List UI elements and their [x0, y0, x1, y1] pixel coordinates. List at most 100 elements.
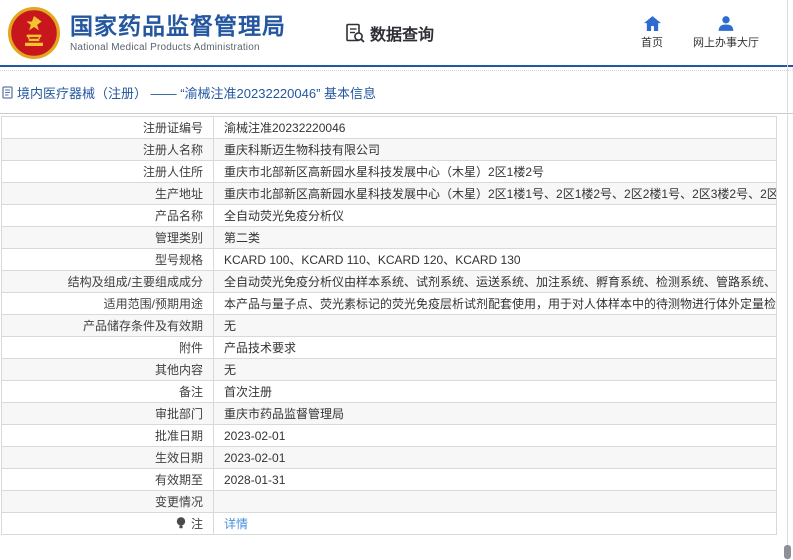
row-value: 重庆市药品监督管理局 — [213, 402, 777, 425]
table-row: 产品名称 全自动荧光免疫分析仪 — [1, 204, 777, 227]
row-label-text: 生产地址 — [154, 187, 203, 201]
row-value-text: 2028-01-31 — [224, 472, 286, 487]
org-name-en: National Medical Products Administration — [70, 41, 260, 53]
row-label-text: 注册人住所 — [142, 165, 203, 179]
row-value-text: 本产品与量子点、荧光素标记的荧光免疫层析试剂配套使用，用于对人体样本中的待测物进… — [224, 297, 777, 311]
person-icon — [718, 15, 734, 31]
row-label: 备注 — [1, 380, 214, 403]
doc-magnifier-icon — [346, 23, 365, 43]
table-row: 注册人住所 重庆市北部新区高新园水星科技发展中心（木星）2区1楼2号 — [1, 160, 777, 183]
row-label-text: 型号规格 — [154, 253, 203, 267]
table-row: 型号规格 KCARD 100、KCARD 110、KCARD 120、KCARD… — [1, 248, 777, 271]
row-value-text: 2023-02-01 — [224, 450, 286, 465]
table-row: 结构及组成/主要组成成分 全自动荧光免疫分析仪由样本系统、试剂系统、运送系统、加… — [1, 270, 777, 293]
registration-info-table: 注册证编号 渝械注准20232220046 注册人名称 重庆科斯迈生物科技有限公… — [1, 116, 777, 535]
row-label: 生效日期 — [1, 446, 214, 469]
nav-home[interactable]: 首页 — [641, 15, 663, 50]
scrollbar-track — [787, 0, 788, 560]
row-label: 批准日期 — [1, 424, 214, 447]
row-value-text: KCARD 100、KCARD 110、KCARD 120、KCARD 130 — [224, 253, 521, 267]
row-value: 2023-02-01 — [213, 424, 777, 447]
row-label: 其他内容 — [1, 358, 214, 381]
row-value: 2028-01-31 — [213, 468, 777, 491]
row-value: 本产品与量子点、荧光素标记的荧光免疫层析试剂配套使用，用于对人体样本中的待测物进… — [213, 292, 777, 315]
row-label-text: 产品名称 — [154, 209, 203, 223]
row-value-text: 产品技术要求 — [224, 341, 297, 355]
org-name-cn: 国家药品监督管理局 — [70, 12, 286, 39]
row-value: 重庆市北部新区高新园水星科技发展中心（木星）2区1楼2号 — [213, 160, 777, 183]
breadcrumb: 境内医疗器械（注册） —— “渝械注准20232220046” 基本信息 — [0, 71, 793, 114]
table-row: 生产地址 重庆市北部新区高新园水星科技发展中心（木星）2区1楼1号、2区1楼2号… — [1, 182, 777, 205]
row-value-text: 重庆科斯迈生物科技有限公司 — [224, 143, 381, 157]
row-value: KCARD 100、KCARD 110、KCARD 120、KCARD 130 — [213, 248, 777, 271]
info-table-body: 注册证编号 渝械注准20232220046 注册人名称 重庆科斯迈生物科技有限公… — [1, 116, 777, 535]
row-label-text: 注册人名称 — [142, 143, 203, 157]
row-value — [213, 490, 777, 513]
row-label: 适用范围/预期用途 — [1, 292, 214, 315]
row-label: 产品名称 — [1, 204, 214, 227]
row-label: 注册人名称 — [1, 138, 214, 161]
table-row: 变更情况 — [1, 490, 777, 513]
row-value-text: 渝械注准20232220046 — [224, 121, 346, 135]
row-label: 审批部门 — [1, 402, 214, 425]
detail-link[interactable]: 详情 — [224, 517, 248, 531]
row-label-text: 注 — [190, 517, 203, 531]
row-value-text: 重庆市北部新区高新园水星科技发展中心（木星）2区1楼1号、2区1楼2号、2区2楼… — [224, 187, 776, 201]
row-label-text: 生效日期 — [154, 451, 203, 465]
row-label-text: 适用范围/预期用途 — [103, 297, 203, 311]
scrollbar-thumb[interactable] — [784, 545, 791, 559]
row-value-text: 重庆市北部新区高新园水星科技发展中心（木星）2区1楼2号 — [224, 165, 545, 179]
table-row: 注 详情 — [1, 512, 777, 535]
row-label: 生产地址 — [1, 182, 214, 205]
row-value-text: 全自动荧光免疫分析仪 — [224, 209, 345, 223]
row-label-text: 注册证编号 — [142, 121, 203, 135]
org-title-block: 国家药品监督管理局 National Medical Products Admi… — [70, 13, 286, 53]
table-row: 备注 首次注册 — [1, 380, 777, 403]
row-label: 注册证编号 — [1, 116, 214, 139]
table-row: 注册人名称 重庆科斯迈生物科技有限公司 — [1, 138, 777, 161]
home-icon — [643, 15, 661, 31]
table-row: 批准日期 2023-02-01 — [1, 424, 777, 447]
row-value: 产品技术要求 — [213, 336, 777, 359]
row-label-text: 备注 — [178, 385, 203, 399]
row-label-text: 审批部门 — [154, 407, 203, 421]
table-row: 产品储存条件及有效期 无 — [1, 314, 777, 337]
row-value-text: 无 — [224, 319, 237, 333]
table-row: 注册证编号 渝械注准20232220046 — [1, 116, 777, 139]
row-label: 注册人住所 — [1, 160, 214, 183]
table-row: 附件 产品技术要求 — [1, 336, 777, 359]
row-label-text: 批准日期 — [154, 429, 203, 443]
table-row: 审批部门 重庆市药品监督管理局 — [1, 402, 777, 425]
nav-service-hall-label: 网上办事大厅 — [693, 36, 759, 49]
table-row: 生效日期 2023-02-01 — [1, 446, 777, 469]
row-label: 管理类别 — [1, 226, 214, 249]
data-query-nav[interactable]: 数据查询 — [344, 21, 434, 45]
row-value: 重庆市北部新区高新园水星科技发展中心（木星）2区1楼1号、2区1楼2号、2区2楼… — [213, 182, 777, 205]
page-title: 境内医疗器械（注册） —— “渝械注准20232220046” 基本信息 — [17, 86, 377, 101]
nav-service-hall[interactable]: 网上办事大厅 — [693, 15, 759, 50]
row-value-text: 第二类 — [224, 231, 261, 245]
site-header: 国家药品监督管理局 National Medical Products Admi… — [0, 0, 793, 67]
row-value: 第二类 — [213, 226, 777, 249]
nav-home-label: 首页 — [641, 36, 663, 49]
table-row: 有效期至 2028-01-31 — [1, 468, 777, 491]
data-query-label: 数据查询 — [370, 26, 435, 44]
row-label: 附件 — [1, 336, 214, 359]
row-value-text: 2023-02-01 — [224, 428, 286, 443]
row-value-text: 全自动荧光免疫分析仪由样本系统、试剂系统、运送系统、加注系统、孵育系统、检测系统… — [224, 275, 777, 289]
row-value: 全自动荧光免疫分析仪由样本系统、试剂系统、运送系统、加注系统、孵育系统、检测系统… — [213, 270, 777, 293]
row-label-text: 其他内容 — [154, 363, 203, 377]
row-value: 详情 — [213, 512, 777, 535]
row-value-text: 首次注册 — [224, 385, 273, 399]
top-nav: 首页 网上办事大厅 — [641, 15, 759, 50]
table-row: 管理类别 第二类 — [1, 226, 777, 249]
row-label-text: 产品储存条件及有效期 — [82, 319, 203, 333]
row-label-text: 有效期至 — [154, 473, 203, 487]
row-value-text: 重庆市药品监督管理局 — [224, 407, 345, 421]
row-label: 结构及组成/主要组成成分 — [1, 270, 214, 293]
row-label: 有效期至 — [1, 468, 214, 491]
row-value: 无 — [213, 314, 777, 337]
row-label: 变更情况 — [1, 490, 214, 513]
row-value: 2023-02-01 — [213, 446, 777, 469]
row-value-text: 无 — [224, 363, 237, 377]
